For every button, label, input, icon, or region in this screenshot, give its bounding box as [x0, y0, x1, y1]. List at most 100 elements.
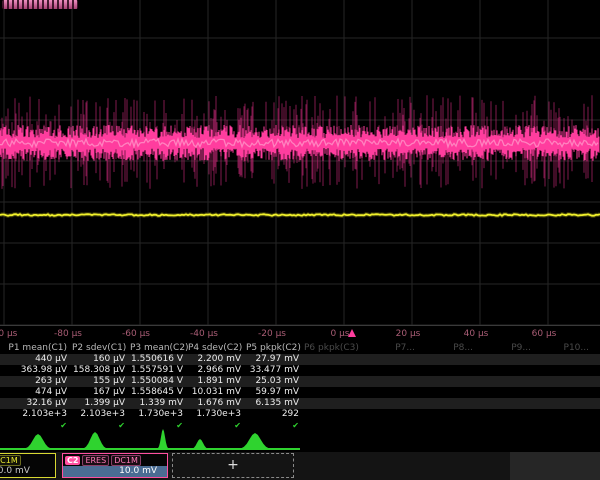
stat-cell: 2.200 mV [188, 354, 246, 365]
stat-cell [304, 387, 362, 398]
time-axis-label: 40 µs [464, 329, 489, 339]
stat-cell [478, 387, 536, 398]
param-header[interactable]: P4 sdev(C2) [188, 343, 246, 354]
stat-cell: 363.98 µV [0, 365, 72, 376]
stat-cell [362, 387, 420, 398]
stat-cell [362, 354, 420, 365]
histicon-strip [0, 428, 600, 452]
measurement-table: P1 mean(C1)P2 sdev(C1)P3 mean(C2)P4 sdev… [0, 343, 600, 432]
oscilloscope-screen: 00 µs -80 µs -60 µs -40 µs -20 µs 0 µs 20 µs 40… [0, 0, 600, 480]
c1-coupling-badge: DC1M [0, 455, 21, 466]
stat-cell [478, 398, 536, 409]
param-header[interactable]: P2 sdev(C1) [72, 343, 130, 354]
stat-cell [420, 354, 478, 365]
param-header[interactable]: P10... [536, 343, 594, 354]
stat-cell: 1.339 mV [130, 398, 188, 409]
stat-cell: 59.97 mV [246, 387, 304, 398]
stat-cell [594, 354, 600, 365]
c2-descriptor-top: C2 ERES DC1M [63, 454, 167, 466]
stat-cell [362, 409, 420, 420]
time-axis-label: -40 µs [190, 329, 218, 339]
stat-cell [594, 387, 600, 398]
stat-cell [304, 376, 362, 387]
param-header[interactable]: P6 pkpk(C3) [304, 343, 362, 354]
stat-cell: 1.399 µV [72, 398, 130, 409]
stat-cell: 158.308 µV [72, 365, 130, 376]
time-axis-label: 20 µs [396, 329, 421, 339]
param-header[interactable]: P7... [362, 343, 420, 354]
stat-cell: 1.891 mV [188, 376, 246, 387]
stat-cell [594, 409, 600, 420]
c1-descriptor-top: DC1M [0, 454, 55, 466]
stat-cell [420, 398, 478, 409]
time-axis-label: -60 µs [122, 329, 150, 339]
timebase-panel: HD 12 Bits Tbase 20.0 µs [510, 452, 600, 480]
stat-cell: 1.730e+3 [130, 409, 188, 420]
stat-cell: 1.550084 V [130, 376, 188, 387]
stat-cell: 155 µV [72, 376, 130, 387]
trace-label-badge [2, 0, 78, 9]
stat-cell [304, 365, 362, 376]
stat-cell [536, 398, 594, 409]
stat-cell: 1.550616 V [130, 354, 188, 365]
stat-cell: 474 µV [0, 387, 72, 398]
stat-cell [362, 376, 420, 387]
time-axis-label: 0 µs [330, 329, 349, 339]
param-header[interactable]: P1 mean(C1) [0, 343, 72, 354]
stat-cell: 6.135 mV [246, 398, 304, 409]
stat-cell [536, 365, 594, 376]
stat-cell: 27.97 mV [246, 354, 304, 365]
stat-cell [362, 398, 420, 409]
stat-cell [304, 354, 362, 365]
stat-cell: 2.103e+3 [72, 409, 130, 420]
c2-scale-value: 10.0 mV [63, 466, 167, 477]
time-axis-label: 60 µs [532, 329, 557, 339]
stat-cell: 2.966 mV [188, 365, 246, 376]
stat-cell [304, 398, 362, 409]
stat-cell: 1.558645 V [130, 387, 188, 398]
waveform-display [0, 0, 600, 326]
stat-cell [478, 376, 536, 387]
stat-cell [420, 387, 478, 398]
add-trace-button[interactable]: + [172, 453, 294, 478]
time-axis-label: -20 µs [258, 329, 286, 339]
param-header[interactable]: P9... [478, 343, 536, 354]
channel-c1-descriptor[interactable]: DC1M 10.0 mV [0, 453, 56, 478]
stat-cell: 2.103e+3 [0, 409, 72, 420]
c1-scale-value: 10.0 mV [0, 466, 55, 477]
stat-cell [536, 409, 594, 420]
stat-cell [304, 409, 362, 420]
stat-cell [478, 365, 536, 376]
stat-cell: 1.730e+3 [188, 409, 246, 420]
param-header[interactable]: P3 mean(C2) [130, 343, 188, 354]
time-axis: 00 µs -80 µs -60 µs -40 µs -20 µs 0 µs 20 µs 40… [0, 326, 600, 343]
bottom-bar: DC1M 10.0 mV C2 ERES DC1M 10.0 mV + HD 1… [0, 452, 600, 480]
param-header[interactable]: P11... [594, 343, 600, 354]
time-axis-label: -80 µs [54, 329, 82, 339]
stat-cell [594, 376, 600, 387]
stat-cell [536, 387, 594, 398]
stat-cell: 32.16 µV [0, 398, 72, 409]
stat-cell: 292 [246, 409, 304, 420]
channel-c2-descriptor[interactable]: C2 ERES DC1M 10.0 mV [62, 453, 168, 478]
stat-cell [362, 365, 420, 376]
stat-cell: 1.676 mV [188, 398, 246, 409]
stat-cell [420, 376, 478, 387]
graticule [0, 0, 600, 326]
stat-cell [536, 354, 594, 365]
stat-cell: 263 µV [0, 376, 72, 387]
stat-cell: 33.477 mV [246, 365, 304, 376]
stat-cell: 25.03 mV [246, 376, 304, 387]
param-header[interactable]: P8... [420, 343, 478, 354]
stat-cell [594, 365, 600, 376]
c2-coupling-badge: DC1M [111, 455, 141, 466]
time-axis-label: 00 µs [0, 329, 17, 339]
stat-cell: 10.031 mV [188, 387, 246, 398]
stat-cell [478, 354, 536, 365]
stat-cell [536, 376, 594, 387]
stat-cell [420, 365, 478, 376]
stat-cell: 1.557591 V [130, 365, 188, 376]
param-header[interactable]: P5 pkpk(C2) [246, 343, 304, 354]
stat-cell [478, 409, 536, 420]
c2-label-chip: C2 [65, 456, 80, 465]
